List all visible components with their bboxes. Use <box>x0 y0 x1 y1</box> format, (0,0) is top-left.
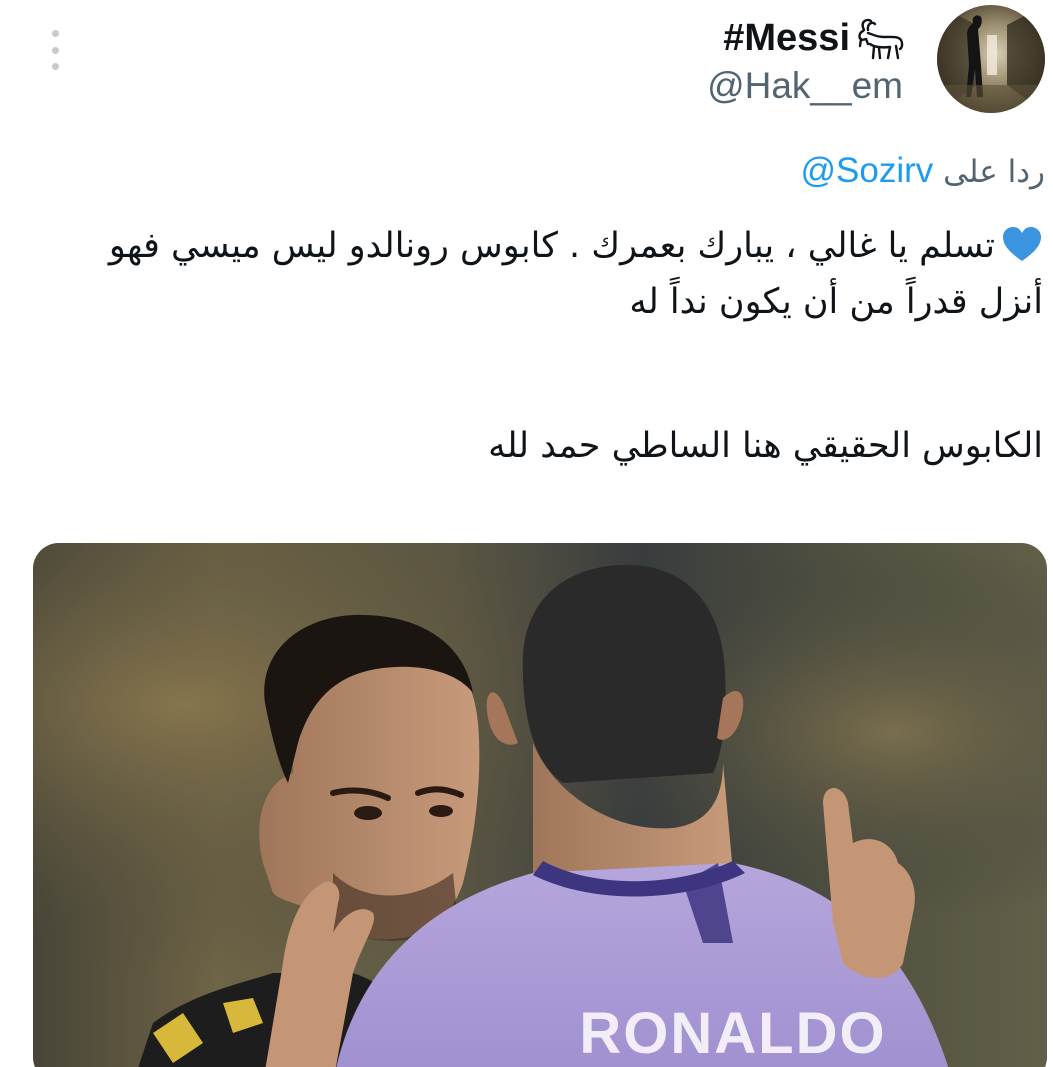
tweet-paragraph-2: الكابوس الحقيقي هنا الساطي حمد لله <box>488 426 1043 466</box>
tweet-paragraph-1: تسلم يا غالي ، يبارك بعمرك . كابوس رونال… <box>43 218 1043 330</box>
more-dot <box>51 46 59 54</box>
author-avatar[interactable] <box>937 5 1045 113</box>
tweet-text: تسلم يا غالي ، يبارك بعمرك . كابوس رونال… <box>43 218 1043 474</box>
author-name-row[interactable]: #Messi <box>723 14 906 62</box>
reply-mention-link[interactable]: @Sozirv <box>801 151 934 190</box>
photo-content: RONALDO <box>33 543 1047 1067</box>
tweet-line-1: تسلم يا غالي ، يبارك بعمرك . كابوس رونال… <box>108 226 1043 322</box>
tweet-photo[interactable]: RONALDO <box>33 543 1047 1067</box>
author-display-name[interactable]: #Messi <box>723 19 850 57</box>
more-options-button[interactable] <box>44 30 66 70</box>
author-handle[interactable]: @Hak__em <box>707 65 903 107</box>
blue-heart-icon <box>1003 227 1041 261</box>
more-dot <box>51 30 59 37</box>
tweet: #Messi @Hak__em ردا على @Sozirv تسلم يا … <box>0 0 1053 1067</box>
goat-icon <box>858 18 904 60</box>
reply-context: ردا على @Sozirv <box>801 148 1045 194</box>
reply-prefix: ردا على <box>943 154 1045 190</box>
more-dot <box>51 63 59 70</box>
jersey-name: RONALDO <box>579 1001 886 1066</box>
avatar-image <box>937 5 1045 113</box>
